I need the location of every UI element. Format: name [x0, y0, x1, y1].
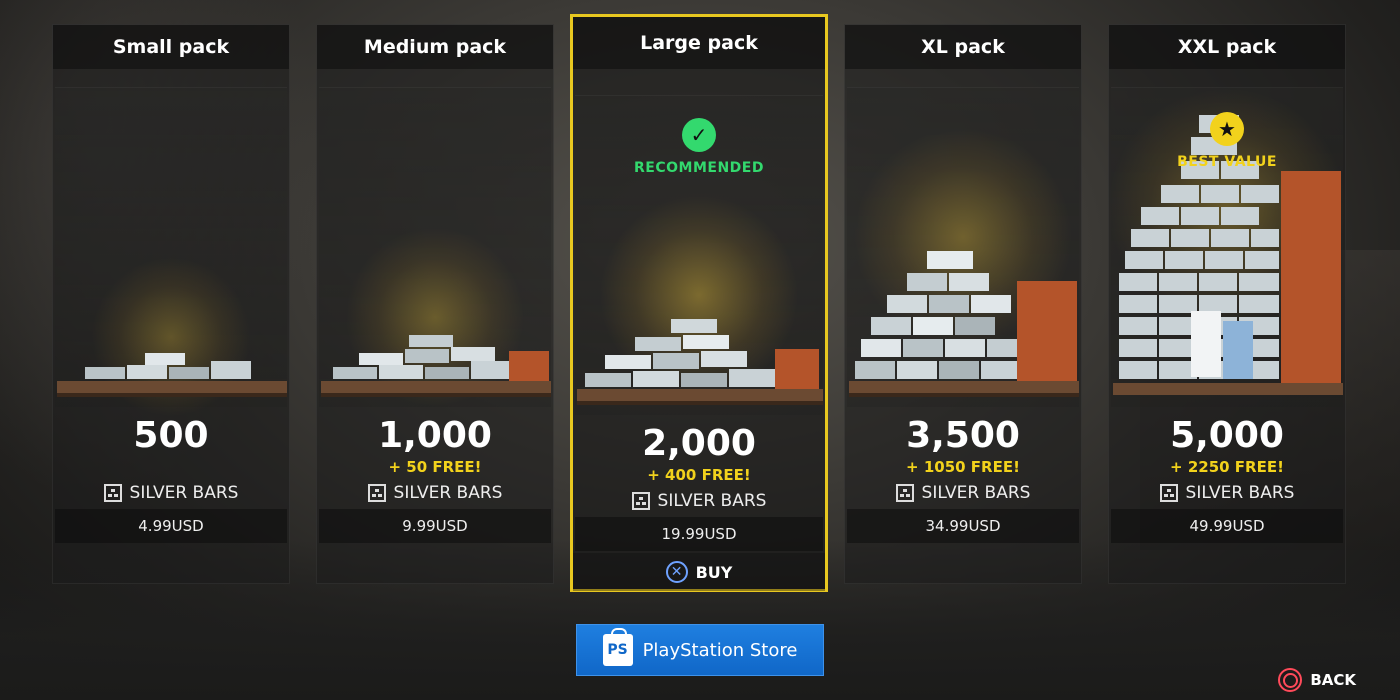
- pack-image: [319, 87, 551, 407]
- pack-bonus: + 400 FREE!: [647, 466, 751, 484]
- pack-currency: SILVER BARS: [53, 477, 289, 509]
- pack-title: Small pack: [53, 25, 289, 69]
- silver-bars-icon: [103, 484, 122, 502]
- pack-image: ✓ RECOMMENDED: [575, 95, 823, 415]
- pack-price: 9.99USD: [319, 509, 551, 543]
- pack-currency: SILVER BARS: [845, 477, 1081, 509]
- buy-label: BUY: [695, 562, 733, 582]
- pack-currency: SILVER BARS: [317, 477, 553, 509]
- star-icon: ★: [1210, 112, 1244, 146]
- pack-amount: 500: [133, 415, 209, 456]
- silver-pile-icon: [849, 251, 1079, 397]
- badge-label: BEST VALUE: [1177, 154, 1277, 170]
- silver-pile-icon: [321, 335, 551, 397]
- pack-card-xl[interactable]: XL pack 3,500 + 1050 FREE! SILVER BARS 3…: [844, 24, 1082, 584]
- pack-bonus: + 50 FREE!: [388, 458, 482, 476]
- silver-pile-icon: [57, 353, 287, 397]
- recommended-badge: ✓ RECOMMENDED: [575, 118, 823, 176]
- silver-pile-icon: [577, 319, 823, 405]
- silver-bars-icon: [631, 492, 650, 510]
- cross-button-icon: ✕: [665, 561, 688, 583]
- pack-list: Small pack 500 SILVER BARS 4.99USD Mediu…: [52, 14, 1352, 592]
- check-icon: ✓: [682, 118, 716, 152]
- pack-bonus: + 2250 FREE!: [1170, 458, 1284, 476]
- pack-image: [55, 87, 287, 417]
- pack-image: ★ BEST VALUE: [1107, 87, 1347, 407]
- pack-amount: 2,000: [642, 423, 756, 464]
- pack-bonus: + 1050 FREE!: [906, 458, 1020, 476]
- silver-bars-icon: [367, 484, 386, 502]
- pack-image: [847, 87, 1079, 407]
- pack-card-xxl[interactable]: XXL pack ★ BEST VALUE 5,000 + 2250 FREE!…: [1107, 24, 1347, 584]
- pack-currency-label: SILVER BARS: [657, 491, 767, 511]
- pack-title: XL pack: [845, 25, 1081, 69]
- pack-amount: 5,000: [1170, 415, 1284, 456]
- pack-price: 4.99USD: [55, 509, 287, 543]
- playstation-store-banner[interactable]: PS PlayStation Store: [576, 624, 824, 676]
- pack-bonus: [53, 457, 289, 477]
- pack-price: 49.99USD: [1111, 509, 1343, 543]
- pack-currency-label: SILVER BARS: [393, 483, 503, 503]
- back-label: BACK: [1310, 671, 1356, 689]
- pack-currency-label: SILVER BARS: [129, 483, 239, 503]
- pack-currency: SILVER BARS: [1109, 477, 1345, 509]
- pack-amount: 3,500: [906, 415, 1020, 456]
- pack-price: 19.99USD: [575, 517, 823, 551]
- pack-card-medium[interactable]: Medium pack 1,000 + 50 FREE! SILVER BARS: [316, 24, 554, 584]
- pack-title: XXL pack: [1109, 25, 1345, 69]
- pack-title: Medium pack: [317, 25, 553, 69]
- pack-price: 34.99USD: [847, 509, 1079, 543]
- pack-currency: SILVER BARS: [573, 485, 825, 517]
- playstation-logo-icon: PS: [602, 628, 633, 666]
- back-button[interactable]: BACK: [1278, 668, 1356, 692]
- silver-bars-icon: [895, 484, 914, 502]
- pack-amount: 1,000: [378, 415, 492, 456]
- store-label: PlayStation Store: [642, 639, 798, 661]
- best-value-badge: ★ BEST VALUE: [1111, 112, 1343, 170]
- pack-currency-label: SILVER BARS: [1185, 483, 1295, 503]
- silver-bars-icon: [1159, 484, 1178, 502]
- pack-currency-label: SILVER BARS: [921, 483, 1031, 503]
- pack-title: Large pack: [573, 17, 825, 69]
- pack-card-large[interactable]: Large pack ✓ RECOMMENDED 2,000 + 400 FRE…: [570, 14, 828, 592]
- buy-button[interactable]: ✕ BUY: [573, 553, 825, 591]
- pack-card-small[interactable]: Small pack 500 SILVER BARS 4.99USD: [52, 24, 290, 584]
- circle-button-icon: [1278, 668, 1303, 692]
- badge-label: RECOMMENDED: [634, 160, 764, 176]
